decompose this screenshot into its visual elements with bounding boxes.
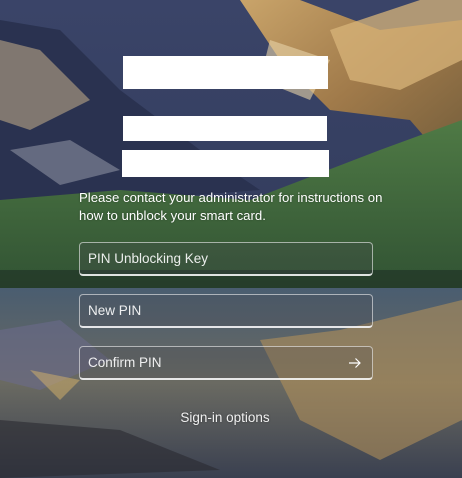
puk-field[interactable] (79, 242, 373, 276)
redacted-block-1 (123, 56, 328, 89)
puk-input[interactable] (80, 243, 372, 274)
sign-in-options-link[interactable]: Sign-in options (0, 410, 450, 425)
unblock-instructions-message: Please contact your administrator for in… (79, 190, 383, 223)
arrow-right-icon (349, 358, 361, 368)
redacted-block-2 (123, 116, 327, 141)
redacted-block-3 (122, 150, 329, 177)
confirm-pin-field[interactable] (79, 346, 373, 380)
new-pin-field[interactable] (79, 294, 373, 328)
new-pin-input[interactable] (80, 295, 372, 326)
submit-arrow-button[interactable] (344, 353, 366, 373)
confirm-pin-input[interactable] (80, 347, 372, 378)
lock-screen: Please contact your administrator for in… (0, 0, 462, 478)
